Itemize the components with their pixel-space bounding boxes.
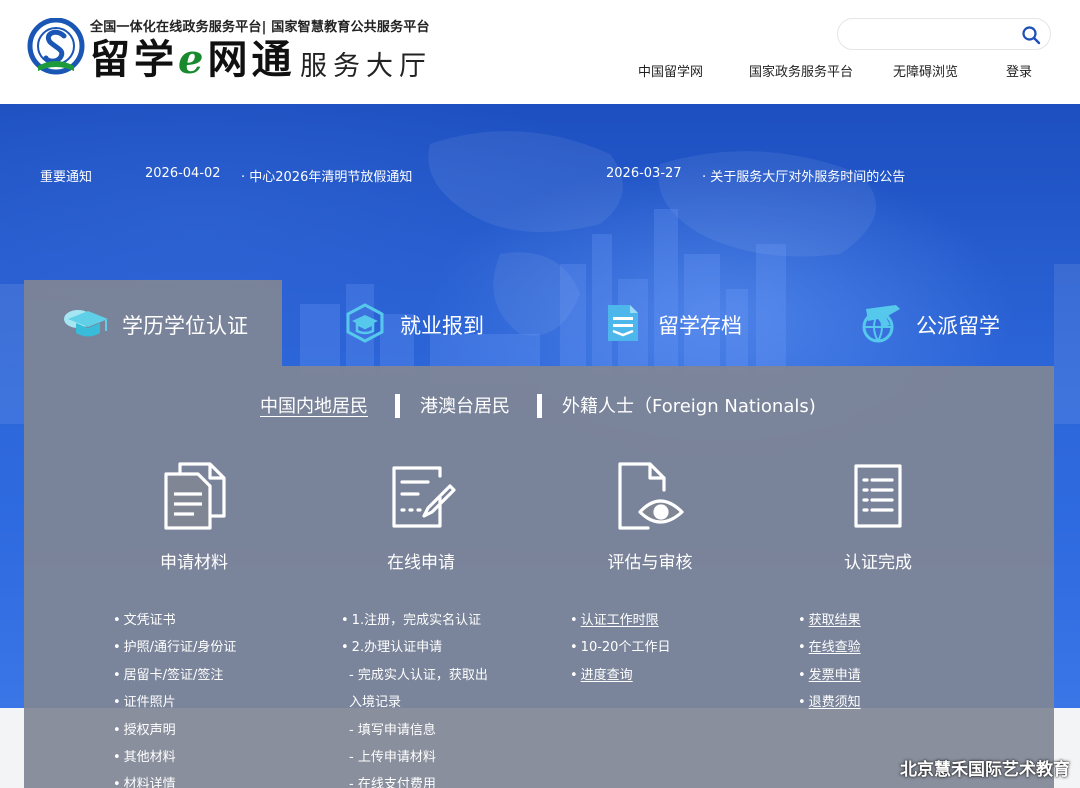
invoice-request-link[interactable]: 发票申请 <box>798 666 861 693</box>
progress-query-link[interactable]: 进度查询 <box>570 666 670 693</box>
logo-tagline: 全国一体化在线政务服务平台| 国家智慧教育公共服务平台 <box>90 20 430 35</box>
list-item: 10-20个工作日 <box>570 638 671 665</box>
nav-link-accessibility[interactable]: 无障碍浏览 <box>893 61 958 80</box>
materials-list: 文凭证书 护照/通行证/身份证 居留卡/签证/签注 证件照片 授权声明 其他材料… <box>113 611 237 788</box>
tab-label: 学历学位认证 <box>122 314 248 338</box>
subtab-mainland-residents[interactable]: 中国内地居民 <box>260 392 368 418</box>
search-input[interactable] <box>850 24 1016 46</box>
notice-link[interactable]: · 关于服务大厅对外服务时间的公告 <box>702 166 905 185</box>
top-nav: 中国留学网 国家政务服务平台 无障碍浏览 登录 <box>0 61 1080 81</box>
link-text: 退费须知 <box>808 695 861 711</box>
residency-subtabs: 中国内地居民 港澳台居民 外籍人士（Foreign Nationals) <box>0 392 1080 418</box>
online-application-list: 1.注册，完成实名认证 2.办理认证申请 - 完成实人认证，获取出 入境记录 -… <box>341 611 488 788</box>
nav-link-login[interactable]: 登录 <box>1006 61 1032 80</box>
edit-form-icon <box>392 466 456 528</box>
list-item: 证件照片 <box>113 693 236 720</box>
search-icon[interactable] <box>1021 25 1041 45</box>
review-eye-icon <box>618 462 684 530</box>
notice-link[interactable]: · 中心2026年清明节放假通知 <box>241 166 412 185</box>
tab-label: 留学存档 <box>658 314 742 338</box>
subtab-divider <box>537 394 542 418</box>
step-title: 认证完成 <box>844 553 912 573</box>
notice-label: 重要通知 <box>40 170 93 185</box>
checklist-icon <box>854 464 902 528</box>
step-title: 申请材料 <box>160 553 228 573</box>
completion-list: 获取结果 在线查验 发票申请 退费须知 <box>798 611 861 721</box>
list-item: - 完成实人认证，获取出 <box>349 667 488 683</box>
list-item: - 填写申请信息 <box>349 722 436 738</box>
list-item: 授权声明 <box>113 721 236 748</box>
graduation-cap-icon <box>64 310 108 337</box>
watermark: 北京慧禾国际艺术教育 <box>900 760 1070 780</box>
work-time-limit-link[interactable]: 认证工作时限 <box>570 611 670 638</box>
tab-label: 公派留学 <box>916 314 1000 338</box>
subtab-hk-macau-taiwan[interactable]: 港澳台居民 <box>420 392 510 418</box>
step-title: 在线申请 <box>387 553 455 573</box>
list-item: 居留卡/签证/签注 <box>113 666 236 693</box>
document-archive-icon <box>608 305 638 341</box>
list-item: 入境记录 <box>349 695 402 711</box>
link-text: 发票申请 <box>808 667 861 683</box>
plane-globe-icon <box>862 305 900 343</box>
tab-label: 就业报到 <box>400 314 484 338</box>
tab-degree-verification[interactable]: 学历学位认证 <box>24 280 282 366</box>
materials-details-link[interactable]: 材料详情 <box>113 775 236 788</box>
review-list: 认证工作时限 10-20个工作日 进度查询 <box>570 611 671 693</box>
list-item: - 上传申请材料 <box>349 749 436 765</box>
step-title: 评估与审核 <box>607 553 693 573</box>
link-text: 获取结果 <box>808 613 861 628</box>
nav-link-cscse[interactable]: 中国留学网 <box>638 61 703 80</box>
get-result-link[interactable]: 获取结果 <box>798 611 861 638</box>
link-text: 进度查询 <box>580 667 633 683</box>
nav-link-gov-services[interactable]: 国家政务服务平台 <box>749 61 853 80</box>
notice-bar: 重要通知 2026-04-02 · 中心2026年清明节放假通知 2026-03… <box>0 166 1080 186</box>
list-item: 其他材料 <box>113 748 236 775</box>
link-text: 认证工作时限 <box>580 613 659 628</box>
subtab-foreign-nationals[interactable]: 外籍人士（Foreign Nationals) <box>562 392 816 418</box>
list-item: 2.办理认证申请 <box>341 638 488 665</box>
notice-date: 2026-04-02 <box>145 166 221 181</box>
tab-government-sponsored[interactable]: 公派留学 <box>798 280 1056 366</box>
list-item: 文凭证书 <box>113 611 236 638</box>
list-item: 1.注册，完成实名认证 <box>341 611 488 638</box>
subtab-divider <box>395 394 400 418</box>
refund-notice-link[interactable]: 退费须知 <box>798 693 861 720</box>
search-box <box>837 18 1051 50</box>
documents-icon <box>164 462 226 530</box>
site-header: 全国一体化在线政务服务平台| 国家智慧教育公共服务平台 留学e网通 服务大厅 中… <box>0 0 1080 104</box>
list-item: 护照/通行证/身份证 <box>113 638 237 665</box>
notice-date: 2026-03-27 <box>606 166 682 181</box>
mortarboard-hexagon-icon <box>346 303 384 343</box>
list-item: - 在线支付费用 <box>349 777 436 788</box>
link-text: 材料详情 <box>123 777 176 788</box>
online-verify-link[interactable]: 在线查验 <box>798 638 861 665</box>
tab-employment-report[interactable]: 就业报到 <box>282 280 540 366</box>
link-text: 在线查验 <box>808 640 861 656</box>
tab-study-archive[interactable]: 留学存档 <box>540 280 798 366</box>
